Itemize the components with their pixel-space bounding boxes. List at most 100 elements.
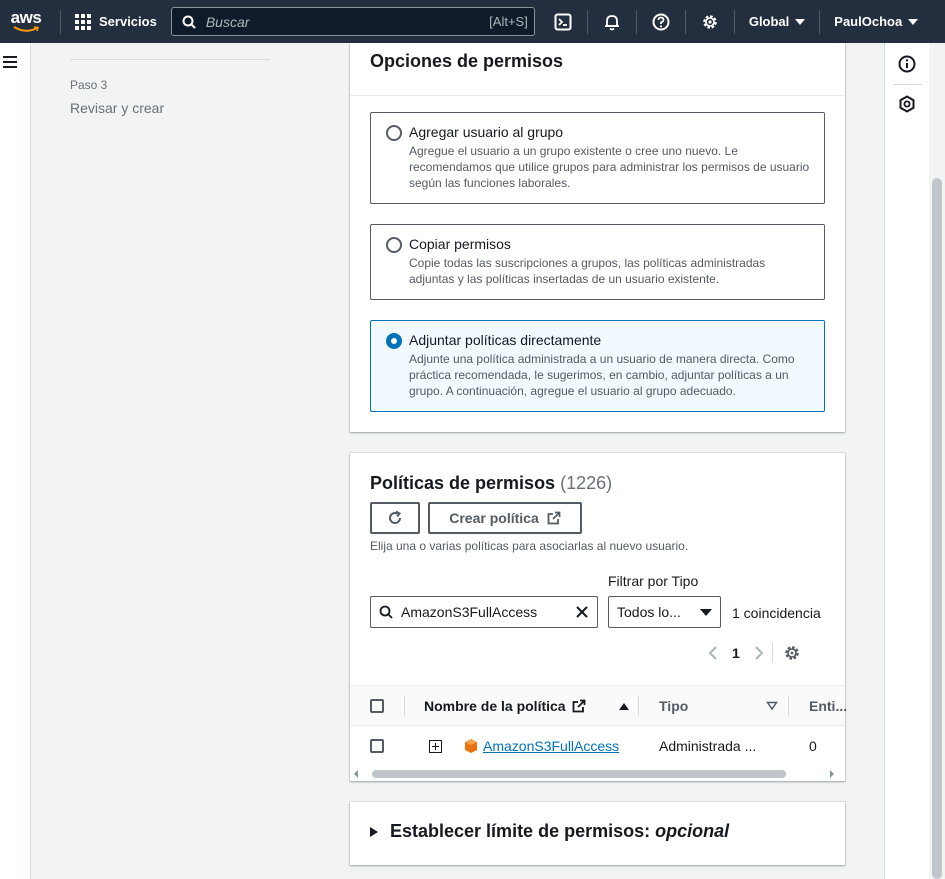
option-title: Agregar usuario al grupo <box>409 124 564 140</box>
preferences-gear-icon[interactable] <box>783 644 801 662</box>
row-checkbox[interactable] <box>370 739 384 753</box>
option-title: Adjuntar políticas directamente <box>409 332 602 348</box>
type-filter-select[interactable]: Todos lo... <box>608 596 721 628</box>
side-navigation-strip <box>0 43 31 879</box>
chevron-right-icon[interactable] <box>754 646 764 660</box>
feedback-icon[interactable] <box>898 95 916 113</box>
cloudshell-button[interactable] <box>539 0 587 43</box>
policies-title-text: Políticas de permisos <box>370 473 556 493</box>
policies-title: Políticas de permisos (1226) <box>370 473 612 494</box>
policy-name-cell: AmazonS3FullAccess <box>463 726 619 766</box>
account-dropdown[interactable]: PaulOchoa <box>820 0 932 43</box>
region-dropdown[interactable]: Global <box>735 0 819 43</box>
column-divider <box>638 696 639 716</box>
menu-icon[interactable] <box>3 56 17 71</box>
policy-name-link[interactable]: AmazonS3FullAccess <box>483 738 619 754</box>
radio-button-selected[interactable] <box>386 333 402 349</box>
option-description: Agregue el usuario a un grupo existente … <box>409 144 810 190</box>
services-menu-button[interactable]: Servicios <box>69 13 163 30</box>
tools-panel-strip <box>884 43 929 879</box>
create-policy-label: Crear política <box>449 510 539 526</box>
permission-options-title: Opciones de permisos <box>370 51 564 71</box>
external-link-icon <box>572 699 585 712</box>
page-scrollbar[interactable] <box>929 43 945 879</box>
option-title: Copiar permisos <box>409 236 511 252</box>
terminal-icon <box>554 13 572 30</box>
caret-down-icon <box>700 608 712 616</box>
aws-smile-icon <box>13 25 39 32</box>
horizontal-scroll-thumb[interactable] <box>372 770 786 778</box>
nav-divider <box>60 9 61 34</box>
create-policy-button[interactable]: Crear política <box>428 502 582 534</box>
type-filter-value: Todos lo... <box>617 604 681 620</box>
column-header-label: Nombre de la política <box>424 697 566 714</box>
refresh-icon <box>389 510 402 524</box>
gear-icon <box>703 14 717 29</box>
boundary-title-text: Establecer límite de permisos: <box>390 821 651 841</box>
permission-options-panel: Opciones de permisos Agregar usuario al … <box>350 43 845 432</box>
search-icon <box>182 15 196 29</box>
grid-icon <box>75 13 91 30</box>
services-label: Servicios <box>99 14 157 29</box>
info-icon[interactable] <box>898 55 916 73</box>
select-all-checkbox-cell <box>370 686 384 725</box>
step-number: Paso 3 <box>70 78 108 92</box>
select-all-checkbox[interactable] <box>370 698 384 713</box>
settings-button[interactable] <box>686 0 734 43</box>
policy-entities-cell: 0 <box>809 738 817 754</box>
search-value: AmazonS3FullAccess <box>401 604 538 620</box>
column-header-type[interactable]: Tipo <box>659 686 779 725</box>
policy-search-input[interactable]: AmazonS3FullAccess <box>370 596 598 628</box>
aws-logo[interactable]: aws <box>0 0 52 43</box>
clear-icon[interactable] <box>575 605 589 619</box>
caret-down-icon <box>908 18 919 25</box>
refresh-button[interactable] <box>370 502 420 534</box>
permission-options-header: Opciones de permisos <box>350 43 845 96</box>
filter-type-label: Filtrar por Tipo <box>608 573 699 589</box>
caret-down-icon <box>795 18 806 25</box>
expand-icon[interactable] <box>429 739 442 753</box>
scroll-left-arrow-icon[interactable] <box>352 769 360 779</box>
table-row: AmazonS3FullAccess Administrada ... 0 <box>350 726 845 766</box>
sort-ascending-icon[interactable] <box>618 701 630 711</box>
help-button[interactable] <box>637 0 685 43</box>
sort-icon[interactable] <box>766 701 779 711</box>
wizard-steps: Paso 3 Revisar y crear <box>70 43 270 116</box>
permissions-boundary-panel[interactable]: Establecer límite de permisos: opcional <box>350 802 845 865</box>
caret-right-icon <box>370 826 378 837</box>
external-link-icon <box>547 511 561 525</box>
strip-divider <box>893 84 922 85</box>
policies-count: (1226) <box>560 473 613 493</box>
column-header-entities[interactable]: Enti... <box>809 686 847 725</box>
steps-divider <box>70 59 270 60</box>
option-description: Copie todas las suscripciones a grupos, … <box>409 256 766 286</box>
top-navigation: aws Servicios Buscar [Alt+S] Global Paul… <box>0 0 945 43</box>
scroll-right-arrow-icon[interactable] <box>828 769 836 779</box>
bell-icon <box>604 14 619 30</box>
boundary-expander[interactable]: Establecer límite de permisos: opcional <box>370 821 729 842</box>
column-header-label: Tipo <box>659 697 689 714</box>
pager-divider <box>771 643 773 663</box>
boundary-title: Establecer límite de permisos: opcional <box>390 821 729 842</box>
table-horizontal-scrollbar[interactable] <box>350 766 845 781</box>
boundary-title-optional: opcional <box>655 821 730 841</box>
radio-button[interactable] <box>386 125 402 141</box>
help-icon <box>652 13 670 30</box>
step-label[interactable]: Revisar y crear <box>70 100 270 116</box>
option-attach-policies[interactable]: Adjuntar políticas directamente Adjunte … <box>370 320 825 412</box>
policies-description: Elija una o varias políticas para asocia… <box>370 539 689 553</box>
option-description: Adjunte una política administrada a un u… <box>409 352 795 398</box>
column-divider <box>404 696 405 716</box>
search-icon <box>379 605 393 619</box>
table-header: Nombre de la política Tipo Enti... <box>350 685 847 726</box>
column-header-policy-name[interactable]: Nombre de la política <box>424 686 630 725</box>
option-add-to-group[interactable]: Agregar usuario al grupo Agregue el usua… <box>370 112 825 204</box>
notifications-button[interactable] <box>588 0 636 43</box>
expand-cell <box>429 726 442 766</box>
radio-button[interactable] <box>386 237 402 253</box>
search-input[interactable]: Buscar [Alt+S] <box>170 7 535 36</box>
chevron-left-icon[interactable] <box>708 646 718 660</box>
page-number[interactable]: 1 <box>732 645 740 661</box>
option-copy-permissions[interactable]: Copiar permisos Copie todas las suscripc… <box>370 224 825 300</box>
scrollbar-thumb[interactable] <box>932 178 942 879</box>
